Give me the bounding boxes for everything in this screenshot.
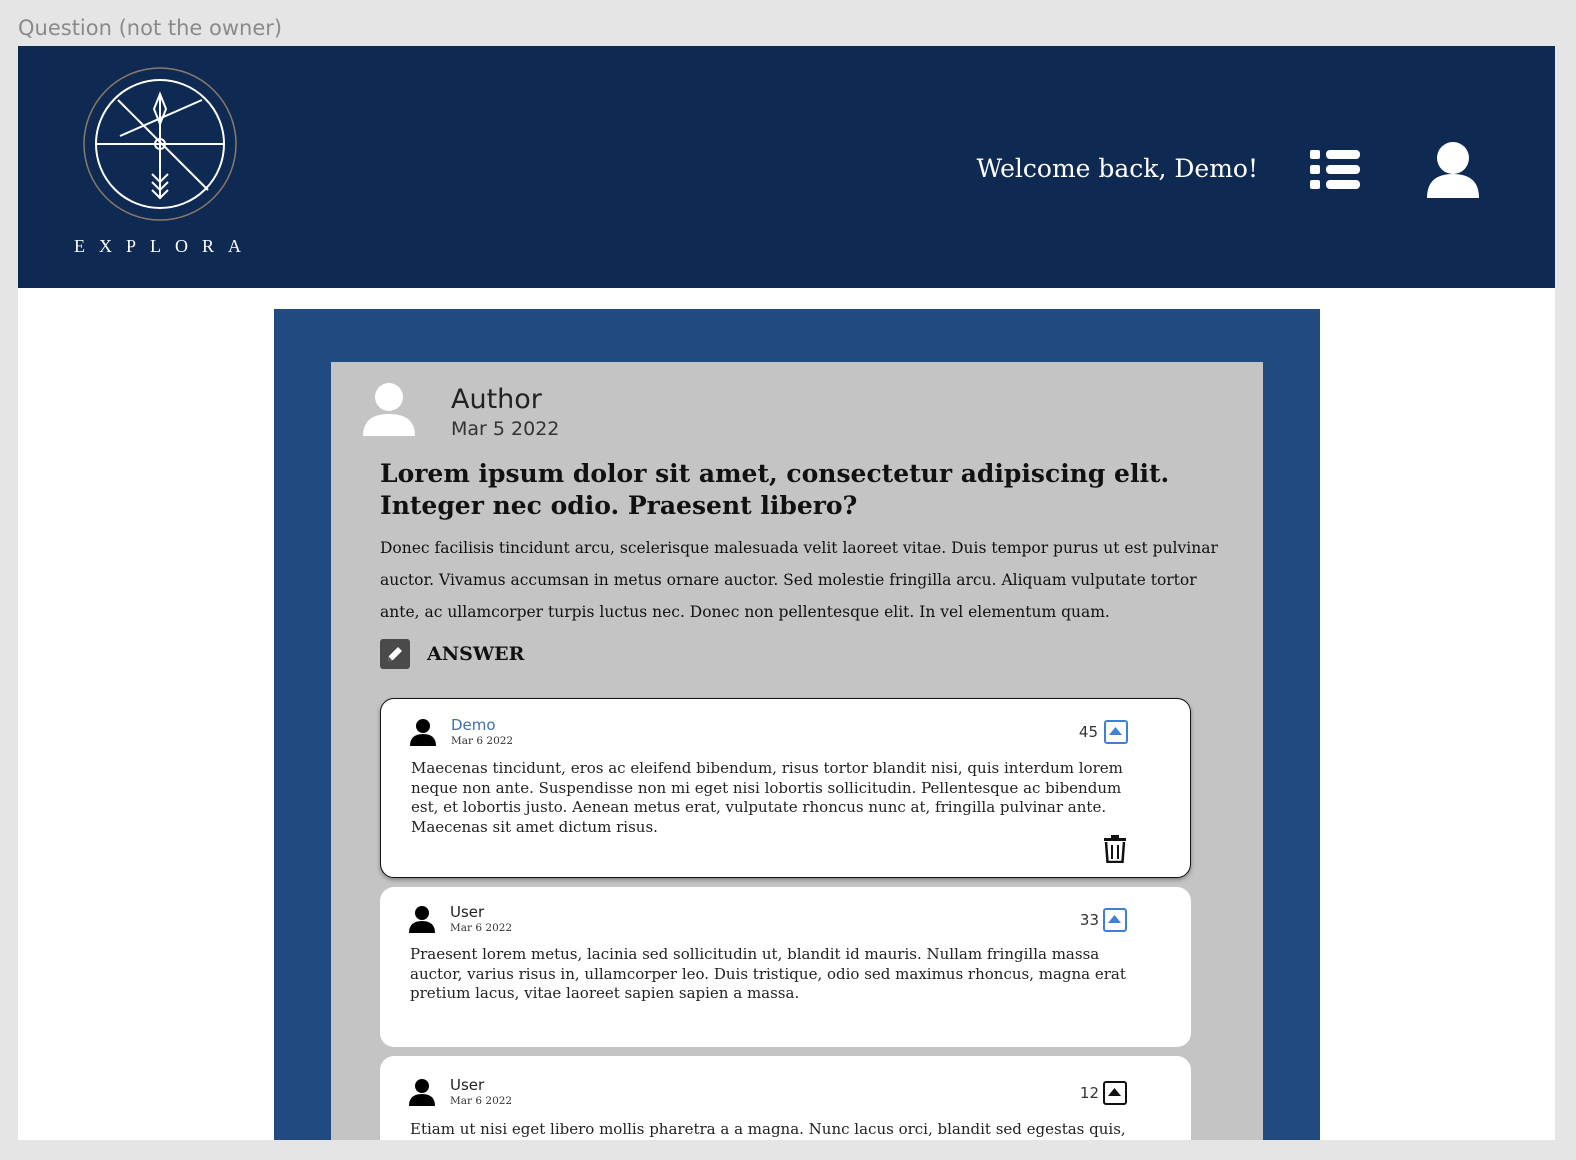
trash-icon: [1104, 835, 1126, 864]
caret-up-icon: [1108, 915, 1121, 923]
answer-author-link[interactable]: Demo: [451, 716, 496, 734]
answer-card: User Mar 6 2022 33 Praesent lorem metus,…: [380, 887, 1191, 1047]
pencil-icon: [380, 639, 410, 669]
welcome-message: Welcome back, Demo!: [976, 154, 1258, 183]
frame-label: Question (not the owner): [18, 16, 283, 40]
upvote-button[interactable]: [1103, 1081, 1127, 1105]
question-body: Donec facilisis tincidunt arcu, sceleris…: [380, 539, 1218, 621]
answer-date: Mar 6 2022: [450, 922, 513, 934]
vote-count: 12: [1079, 1084, 1099, 1102]
question-author: Author: [451, 384, 542, 415]
upvote-button[interactable]: [1104, 720, 1128, 744]
user-icon: [1427, 142, 1479, 198]
caret-up-icon: [1109, 727, 1122, 735]
answer-body: Praesent lorem metus, lacinia sed sollic…: [410, 945, 1126, 1002]
user-avatar-icon: [410, 719, 436, 746]
caret-up-icon: [1108, 1088, 1121, 1096]
question-date: Mar 5 2022: [451, 418, 560, 440]
page-frame: EXPLORA Welcome back, Demo! Author Mar 5…: [18, 46, 1555, 1140]
menu-button[interactable]: [1308, 146, 1364, 194]
question-panel: Author Mar 5 2022 Lorem ipsum dolor sit …: [331, 362, 1263, 1140]
explora-logo[interactable]: [80, 64, 240, 264]
list-icon: [1310, 150, 1360, 189]
answer-card: Demo Mar 6 2022 45 Maecenas tincidunt, e…: [380, 698, 1191, 878]
content-panel: Author Mar 5 2022 Lorem ipsum dolor sit …: [274, 309, 1320, 1140]
answer-button[interactable]: ANSWER: [380, 637, 524, 671]
answer-date: Mar 6 2022: [451, 735, 514, 747]
logo-text: EXPLORA: [74, 236, 256, 256]
question-title: Lorem ipsum dolor sit amet, consectetur …: [380, 459, 1170, 520]
user-avatar-icon: [409, 1079, 435, 1106]
answer-body: Maecenas tincidunt, eros ac eleifend bib…: [411, 759, 1123, 836]
upvote-button[interactable]: [1103, 908, 1127, 932]
answer-card: User Mar 6 2022 12 Etiam ut nisi eget li…: [380, 1056, 1191, 1140]
answer-label: ANSWER: [427, 643, 525, 665]
vote-count: 33: [1079, 911, 1099, 929]
answer-date: Mar 6 2022: [450, 1095, 513, 1107]
author-avatar-icon: [363, 383, 415, 436]
top-navbar: EXPLORA Welcome back, Demo!: [18, 46, 1555, 288]
user-avatar-icon: [409, 906, 435, 933]
delete-button[interactable]: [1103, 835, 1127, 864]
vote-count: 45: [1078, 723, 1098, 741]
answer-author: User: [450, 903, 485, 921]
answer-body: Etiam ut nisi eget libero mollis pharetr…: [410, 1120, 1126, 1140]
answer-author: User: [450, 1076, 485, 1094]
profile-button[interactable]: [1421, 140, 1485, 200]
